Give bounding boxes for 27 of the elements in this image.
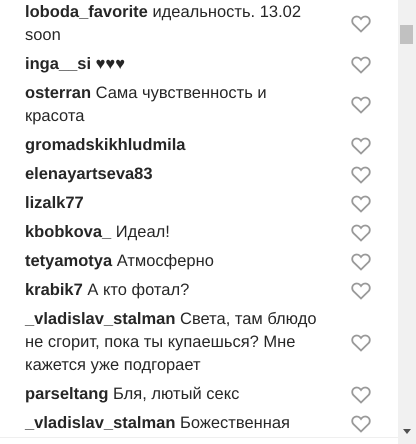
comment-text: inga__si ♥♥♥ [25, 54, 126, 75]
comment-text: lizalk77 [25, 193, 85, 214]
heart-icon[interactable] [351, 136, 371, 154]
heart-icon[interactable] [351, 252, 371, 270]
scrollbar[interactable] [398, 0, 416, 444]
heart-icon[interactable] [351, 194, 371, 212]
comment-text: tetyamotya Атмосферно [25, 251, 215, 272]
comment-text: kbobkova_ Идеал! [25, 222, 171, 243]
comment-text: _vladislav_stalman Божественная [25, 413, 291, 434]
comment-text: _vladislav_stalman Света, там блюдо не сгорит, пока ты купаешься? Мне кажется уже подгорает [25, 309, 318, 376]
heart-icon[interactable] [351, 15, 371, 33]
heart-icon[interactable] [351, 386, 371, 404]
scroll-down-icon[interactable] [403, 429, 411, 434]
heart-icon[interactable] [351, 224, 371, 242]
comment-text: parseltang Бля, лютый секс [25, 384, 240, 405]
heart-icon[interactable] [351, 414, 371, 432]
comment-text: osterran Сама чувственность и красота [25, 83, 268, 127]
comment-text: krabik7 А кто фотал? [25, 280, 190, 301]
comment-text: loboda_favorite идеальность. 13.02 soon [25, 2, 302, 46]
heart-icon[interactable] [351, 166, 371, 184]
heart-icon[interactable] [351, 282, 371, 300]
heart-icon[interactable] [351, 56, 371, 74]
comment-text: gromadskikhludmila [25, 135, 186, 156]
scrollbar-thumb[interactable] [400, 25, 413, 44]
heart-icon[interactable] [351, 96, 371, 114]
heart-icon[interactable] [351, 334, 371, 352]
comment-text: elenayartseva83 [25, 164, 154, 185]
